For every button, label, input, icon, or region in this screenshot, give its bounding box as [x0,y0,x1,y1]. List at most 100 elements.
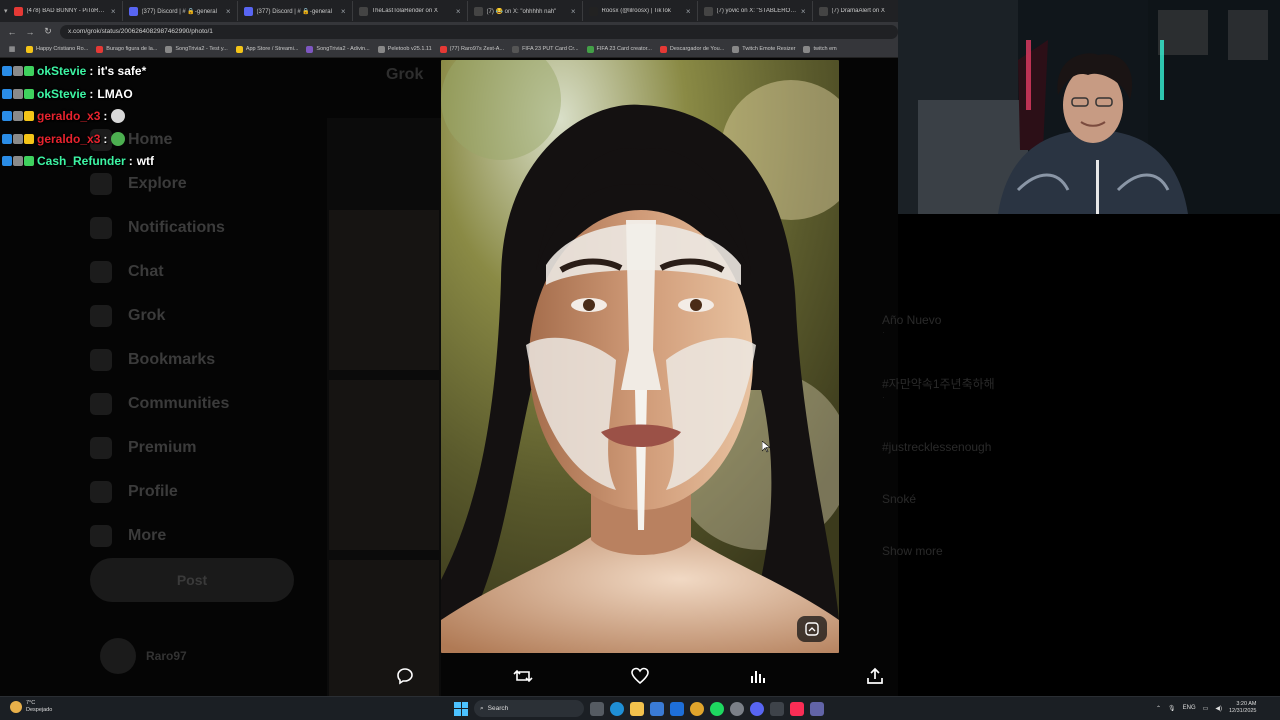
close-icon[interactable]: × [456,7,461,16]
volume-icon[interactable]: ◀) [1215,705,1222,712]
chat-badges [2,111,34,122]
close-icon[interactable]: × [686,7,691,16]
chat-username[interactable]: geraldo_x3 [37,109,100,123]
chat-badges [2,133,34,144]
back-arrow-icon[interactable]: ← [6,27,18,37]
bookmark-item[interactable]: twitch em [803,45,837,53]
bookmark-item[interactable]: FIFA 23 PUT Card Cr... [512,45,579,53]
music-icon[interactable] [790,701,804,716]
browser-tab[interactable]: TheLastTolaRender on X × [353,1,468,21]
start-button-icon[interactable] [454,701,468,716]
tab-title: (377) Discord | # 🔒-general [141,8,217,15]
chat-username[interactable]: Cash_Refunder [37,154,126,168]
forward-arrow-icon[interactable]: → [24,27,36,37]
file-explorer-icon[interactable] [630,701,644,716]
browser-tab[interactable]: Roosx (@lilroosx) | TikTok × [583,1,698,21]
bookmark-item[interactable]: Peletoob v25.1.11 [377,45,432,53]
browser-tab[interactable]: (377) Discord | # 🔒-general × [123,1,238,21]
account-name: Raro97 [146,649,187,663]
close-icon[interactable]: × [226,7,231,16]
close-icon[interactable]: × [111,7,116,16]
account-switcher[interactable]: Raro97 [100,638,187,674]
reload-icon[interactable]: ↻ [42,26,54,37]
sidebar-item-notifications[interactable]: Notifications [90,206,310,250]
close-icon[interactable]: × [341,7,346,16]
repost-button[interactable] [511,664,535,688]
chat-username[interactable]: okStevie [37,64,86,78]
task-view-icon[interactable] [590,701,604,716]
close-icon[interactable]: × [571,7,576,16]
sidebar-item-communities[interactable]: Communities [90,382,310,426]
browser-tab[interactable]: (377) Discord | # 🔒-general × [238,1,353,21]
tab-favicon-icon [473,6,483,16]
sidebar-item-chat[interactable]: Chat [90,250,310,294]
bookmark-item[interactable]: Twitch Emote Resizer [732,45,795,53]
tab-favicon-icon [243,6,253,16]
trend-meta: · [882,392,885,402]
sidebar-item-more[interactable]: More [90,514,310,558]
close-icon[interactable]: × [801,7,806,16]
post-button[interactable]: Post [90,558,294,602]
bookmark-label: SongTrivia2 - Adivin... [316,46,370,52]
views-button[interactable] [746,664,770,688]
trend-item[interactable]: #자만약속1주년축하해 · [882,375,1242,402]
browser-tab[interactable]: (7) yovic on X: "STABLERONA" × [698,1,813,21]
bookmark-item[interactable]: (77) Raro97s Zest-A... [439,45,504,53]
reply-icon [397,668,413,685]
sidebar-item-bookmarks[interactable]: Bookmarks [90,338,310,382]
mouse-cursor-icon [762,441,770,453]
mic-icon[interactable]: 🎙 [1168,705,1176,712]
trend-item[interactable]: Show more [882,544,1242,558]
teams-icon[interactable] [810,701,824,716]
share-button[interactable] [863,664,887,688]
browser-tab[interactable]: (478) BAD BUNNY - PiToRRO × [8,1,123,21]
browser-tab[interactable]: (7) 😂 on X: "ohhhhh nah" × [468,1,583,21]
language-indicator[interactable]: ENG [1183,705,1196,711]
apps-grid-icon[interactable]: ▦ [6,45,18,53]
bookmark-label: Happy Cristiano Ro... [36,46,89,52]
chat-badges [2,88,34,99]
badge-icon [2,156,12,167]
chat-username[interactable]: okStevie [37,87,86,101]
photo-viewer-image[interactable] [441,60,839,653]
chat-username[interactable]: geraldo_x3 [37,132,100,146]
sidebar-item-premium[interactable]: Premium [90,426,310,470]
edit-image-button[interactable] [797,616,827,642]
bookmark-item[interactable]: Happy Cristiano Ro... [26,45,89,53]
trend-item[interactable]: Snoké [882,492,1242,506]
tab-favicon-icon [13,6,23,16]
trend-item[interactable]: Año Nuevo · [882,313,1242,337]
trend-item[interactable]: #justrecklessenough [882,440,1242,454]
chat-text: LMAO [97,86,133,101]
chrome-icon[interactable] [690,701,704,716]
chat-message: Cash_Refunder: wtf [2,150,342,173]
like-button[interactable] [628,664,652,688]
camera-icon[interactable] [770,701,784,716]
store-icon[interactable] [650,701,664,716]
spotify-icon[interactable] [710,701,724,716]
weather-desc: Despejado [26,707,53,713]
discord-icon[interactable] [750,701,764,716]
bookmark-item[interactable]: Burago figura de la... [96,45,157,53]
clock[interactable]: 3:20 AM 12/31/2025 [1229,701,1257,715]
bookmark-item[interactable]: Descargador de You... [659,45,724,53]
mail-icon[interactable] [670,701,684,716]
taskbar-search[interactable]: ⌕ Search [474,700,584,717]
reply-button[interactable] [393,664,417,688]
weather-widget[interactable]: 7°C Despejado [10,700,52,714]
bookmark-item[interactable]: SongTrivia2 - Test y... [165,45,228,53]
edge-icon[interactable] [610,701,624,716]
sidebar-item-grok[interactable]: Grok [90,294,310,338]
address-bar[interactable]: x.com/grok/status/2006264082987462990/ph… [60,24,898,39]
settings-icon[interactable] [730,701,744,716]
emote-icon [111,109,126,124]
bookmark-item[interactable]: SongTrivia2 - Adivin... [306,45,370,53]
bookmark-label: FIFA 23 Card creator... [596,46,652,52]
network-icon[interactable]: ▭ [1203,705,1209,712]
badge-icon [13,66,23,77]
bookmark-item[interactable]: FIFA 23 Card creator... [586,45,652,53]
chevron-up-icon[interactable]: ⌃ [1156,705,1161,712]
sidebar-item-profile[interactable]: Profile [90,470,310,514]
badge-icon [13,88,23,99]
bookmark-item[interactable]: App Store / Streami... [235,45,298,53]
